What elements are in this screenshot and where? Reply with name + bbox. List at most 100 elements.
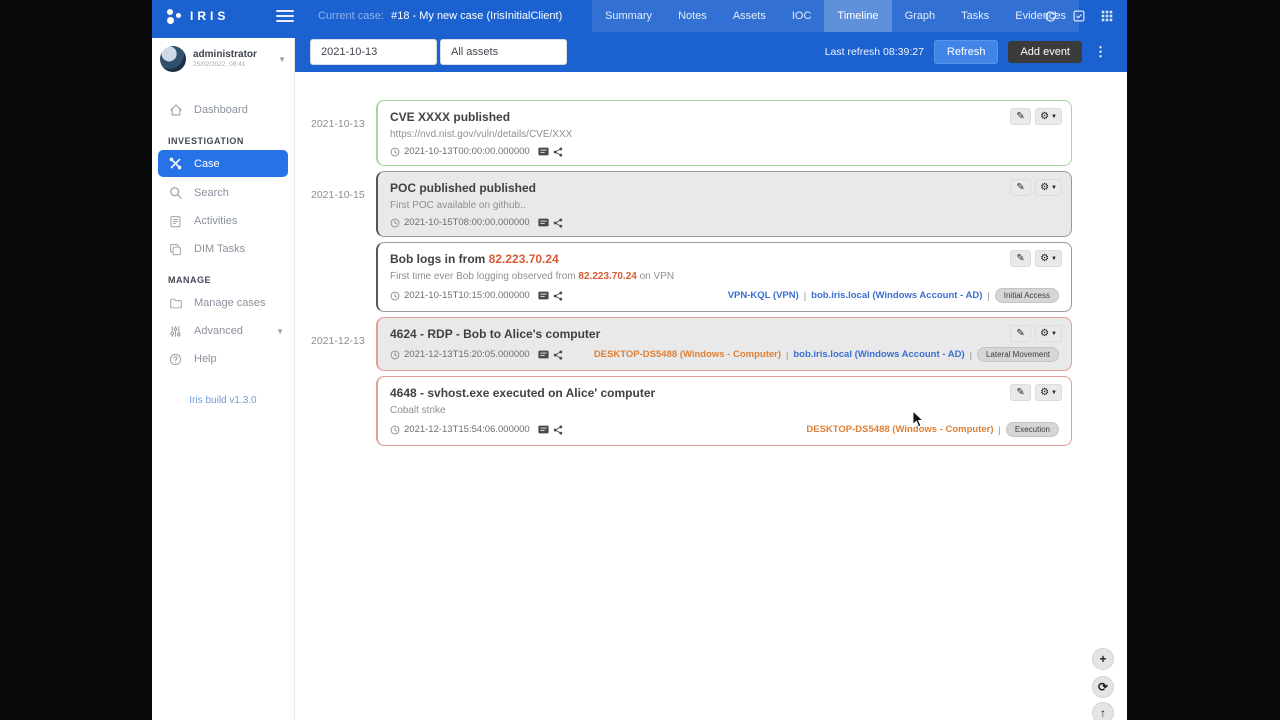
event-card[interactable]: ✎ ⚙ ▼ 4648 - svhost.exe executed on Alice' … (376, 376, 1072, 446)
tab-timeline[interactable]: Timeline (824, 0, 892, 32)
asset-filter-select[interactable]: All assets (440, 39, 567, 65)
apps-grid-icon[interactable] (1101, 10, 1113, 22)
pencil-icon: ✎ (1016, 110, 1025, 122)
timeline-row: 2021-10-15 ✎ ⚙ ▼ POC published published Firs… (311, 171, 1072, 237)
case-tabs: Summary Notes Assets IOC Timeline Graph Tasks E… (592, 0, 1080, 32)
event-description: https://nvd.nist.gov/vuln/details/CVE/XX… (390, 129, 573, 140)
event-card[interactable]: ✎ ⚙ ▼ CVE XXXX published https://nvd.nist.go… (376, 100, 1072, 166)
sidebar-toggle-icon[interactable] (276, 10, 294, 22)
event-card[interactable]: ✎ ⚙ ▼ Bob logs in from 82.223.70.24 First ti… (376, 242, 1072, 312)
tab-notes[interactable]: Notes (665, 0, 720, 32)
sidebar-item-dashboard[interactable]: Dashboard (152, 96, 294, 124)
plus-icon: + (1099, 652, 1107, 666)
timeline-row: ✎ ⚙ ▼ 4648 - svhost.exe executed on Alice' … (311, 376, 1072, 446)
sidebar-item-label: Activities (194, 215, 238, 227)
event-title: Bob logs in from 82.223.70.24 (390, 252, 559, 266)
asset-link[interactable]: DESKTOP-DS5488 (Windows - Computer) (594, 349, 781, 360)
raw-event-icon[interactable] (538, 218, 549, 227)
raw-event-icon[interactable] (538, 425, 549, 434)
separator: | (998, 424, 1001, 435)
sidebar: administrator 25/02/2022, 08:41 ▼ Dashbo… (152, 38, 295, 720)
last-refresh-label: Last refresh 08:39:27 (824, 46, 924, 58)
edit-event-button[interactable]: ✎ (1010, 108, 1032, 125)
date-filter-input[interactable]: 2021-10-13 (310, 39, 437, 65)
tab-ioc[interactable]: IOC (779, 0, 825, 32)
sliders-icon (168, 324, 183, 339)
event-settings-button[interactable]: ⚙ ▼ (1035, 179, 1062, 196)
asset-link[interactable]: VPN-KQL (VPN) (728, 290, 799, 301)
plus-fab-button[interactable]: + (1092, 648, 1114, 670)
sidebar-item-dim-tasks[interactable]: DIM Tasks (152, 235, 294, 263)
share-icon[interactable] (553, 424, 563, 435)
event-actions: ✎ ⚙ ▼ (1010, 325, 1062, 342)
sidebar-item-help[interactable]: Help (152, 345, 294, 373)
event-settings-button[interactable]: ⚙ ▼ (1035, 250, 1062, 267)
share-icon[interactable] (553, 290, 563, 301)
asset-link[interactable]: bob.iris.local (Windows Account - AD) (811, 290, 982, 301)
sidebar-item-activities[interactable]: Activities (152, 207, 294, 235)
tab-assets[interactable]: Assets (720, 0, 779, 32)
event-description: First time ever Bob logging observed fro… (390, 271, 675, 282)
sidebar-item-label: Case (194, 157, 220, 170)
raw-event-icon[interactable] (538, 291, 549, 300)
event-timestamp: 2021-10-15T10:15:00.000000 (390, 290, 563, 301)
event-title: 4648 - svhost.exe executed on Alice' com… (390, 386, 656, 400)
ioc-value[interactable]: 82.223.70.24 (489, 252, 559, 266)
edit-event-button[interactable]: ✎ (1010, 384, 1032, 401)
user-menu[interactable]: administrator 25/02/2022, 08:41 ▼ (152, 38, 294, 82)
share-icon[interactable] (553, 349, 563, 360)
event-timestamp: 2021-12-13T15:20:05.000000 (390, 349, 563, 360)
event-card[interactable]: ✎ ⚙ ▼ POC published published First POC avai… (376, 171, 1072, 237)
tab-graph[interactable]: Graph (892, 0, 949, 32)
timeline-date-label (311, 376, 376, 446)
event-timestamp: 2021-10-15T08:00:00.000000 (390, 217, 563, 228)
chevron-down-icon: ▼ (278, 54, 286, 64)
sidebar-item-search[interactable]: Search (152, 179, 294, 207)
tab-summary[interactable]: Summary (592, 0, 665, 32)
add-event-button[interactable]: Add event (1008, 41, 1082, 63)
timeline-toolbar: 2021-10-13 All assets Last refresh 08:39… (152, 32, 1127, 72)
event-settings-button[interactable]: ⚙ ▼ (1035, 325, 1062, 342)
sidebar-item-label: Dashboard (194, 104, 248, 116)
edit-event-button[interactable]: ✎ (1010, 325, 1032, 342)
event-actions: ✎ ⚙ ▼ (1010, 250, 1062, 267)
reload-fab-button[interactable]: ⟳ (1092, 676, 1114, 698)
case-icon (168, 156, 183, 171)
timeline-date-label: 2021-10-13 (311, 118, 365, 130)
edit-event-button[interactable]: ✎ (1010, 250, 1032, 267)
asset-link[interactable]: bob.iris.local (Windows Account - AD) (793, 349, 964, 360)
tasks-check-icon[interactable] (1073, 10, 1085, 22)
event-card[interactable]: ✎ ⚙ ▼ 4624 - RDP - Bob to Alice's computer 2… (376, 317, 1072, 371)
edit-event-button[interactable]: ✎ (1010, 179, 1032, 196)
gear-icon: ⚙ (1040, 181, 1050, 193)
event-settings-button[interactable]: ⚙ ▼ (1035, 384, 1062, 401)
attack-stage-badge: Lateral Movement (976, 347, 1059, 362)
sidebar-item-advanced[interactable]: Advanced ▼ (152, 317, 294, 345)
timeline-date-label: 2021-12-13 (311, 335, 365, 347)
asset-link[interactable]: DESKTOP-DS5488 (Windows - Computer) (806, 424, 993, 435)
sidebar-item-case[interactable]: Case (158, 150, 288, 177)
chevron-down-icon: ▼ (276, 326, 284, 336)
event-settings-button[interactable]: ⚙ ▼ (1035, 108, 1062, 125)
sidebar-menu: Dashboard INVESTIGATION Case Search Activiti… (152, 82, 294, 373)
event-actions: ✎ ⚙ ▼ (1010, 179, 1062, 196)
share-icon[interactable] (553, 217, 563, 228)
gear-icon: ⚙ (1040, 327, 1050, 339)
raw-event-icon[interactable] (538, 147, 549, 156)
share-icon[interactable] (553, 146, 563, 157)
caret-down-icon: ▼ (1051, 330, 1057, 337)
event-description: First POC available on github.. (390, 200, 526, 211)
refresh-button[interactable]: Refresh (933, 40, 999, 64)
ioc-value[interactable]: 82.223.70.24 (578, 271, 636, 282)
brand-name: IRIS (190, 9, 230, 23)
separator: | (987, 290, 990, 301)
tab-tasks[interactable]: Tasks (948, 0, 1002, 32)
event-timestamp: 2021-12-13T15:54:06.000000 (390, 424, 563, 435)
sidebar-item-label: Advanced (194, 325, 243, 337)
sync-icon[interactable] (1044, 10, 1057, 23)
kebab-menu-icon[interactable]: ⋮ (1092, 44, 1109, 60)
sidebar-item-manage-cases[interactable]: Manage cases (152, 289, 294, 317)
pencil-icon: ✎ (1016, 327, 1025, 339)
arrow-up-fab-button[interactable]: ↑ (1092, 702, 1114, 720)
raw-event-icon[interactable] (538, 350, 549, 359)
